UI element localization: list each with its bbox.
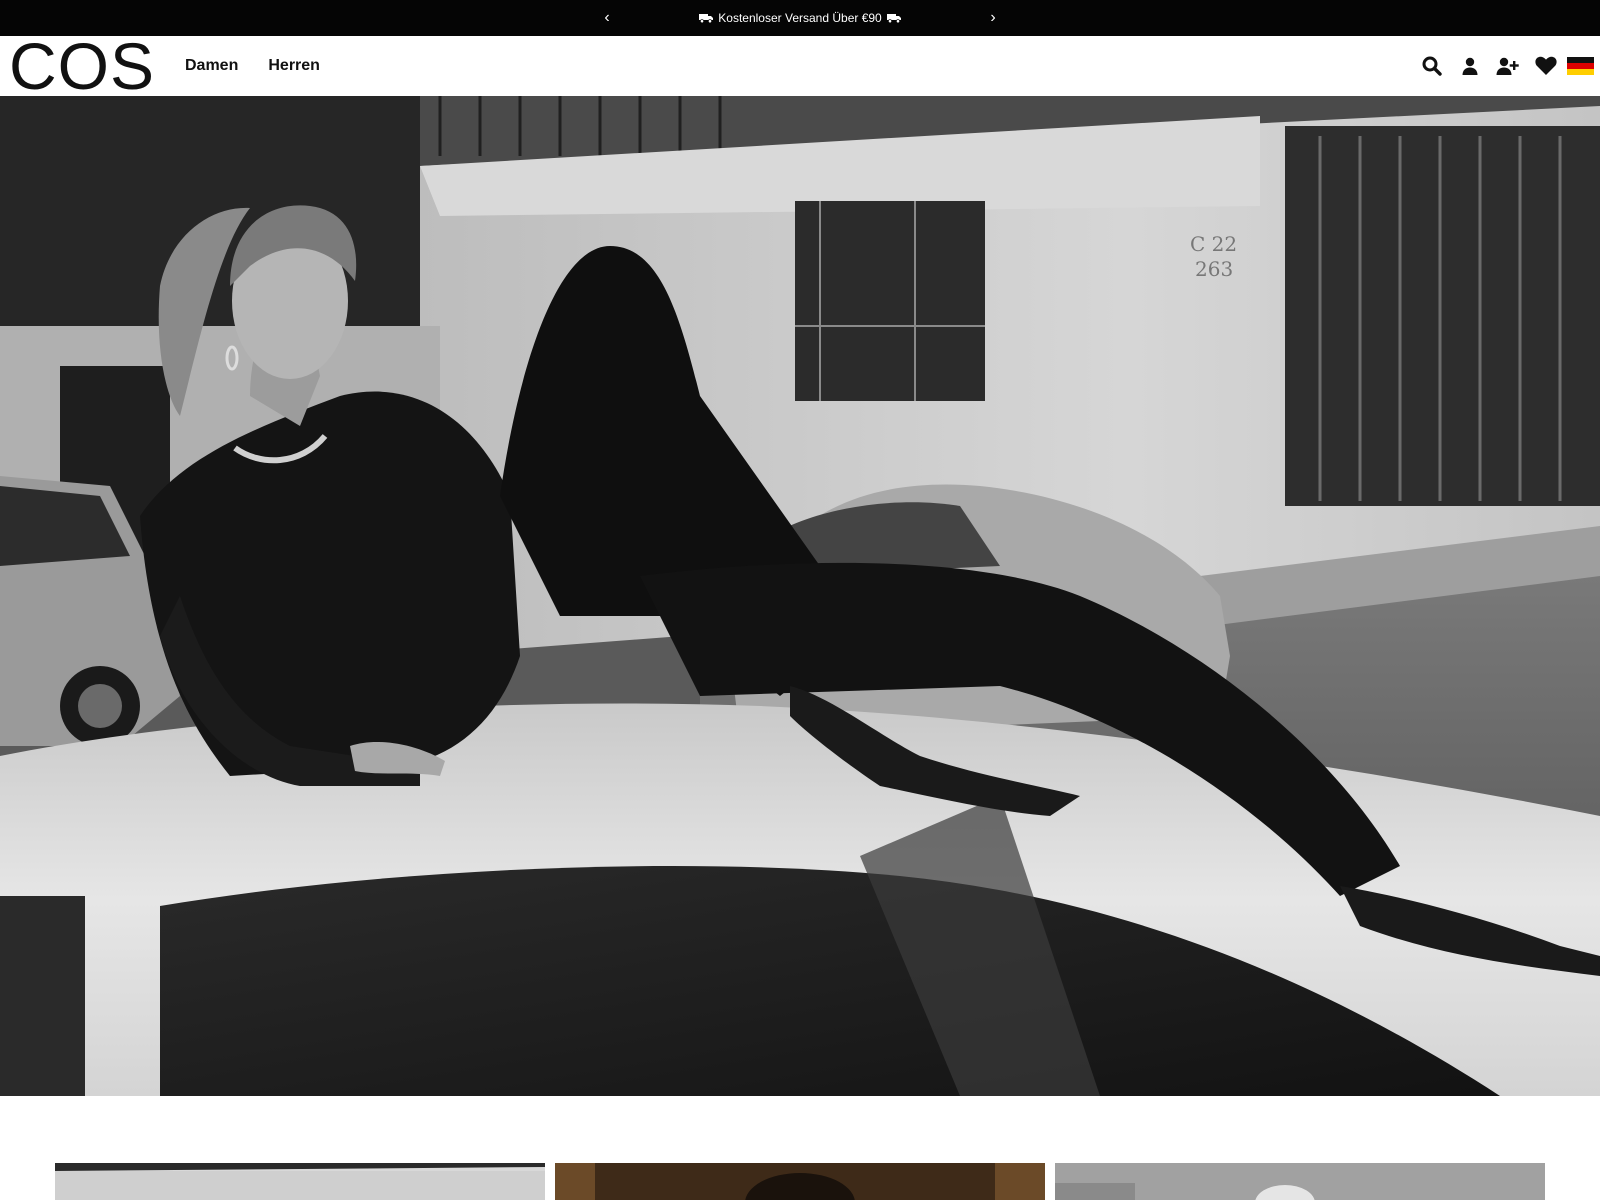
wishlist-icon <box>1535 56 1557 75</box>
svg-text:C 22: C 22 <box>1190 232 1237 256</box>
main-nav: Damen Herren <box>185 36 320 96</box>
wishlist-button[interactable] <box>1527 47 1565 85</box>
category-tile[interactable] <box>55 1163 545 1200</box>
nav-item-herren[interactable]: Herren <box>268 57 320 75</box>
hero-photo: C 22 263 <box>0 96 1600 1096</box>
search-button[interactable] <box>1413 47 1451 85</box>
hero-image[interactable]: C 22 263 <box>0 96 1600 1096</box>
register-button[interactable] <box>1489 47 1527 85</box>
category-tiles <box>55 1163 1545 1200</box>
header-icons <box>1413 36 1600 96</box>
cos-logo[interactable]: COS <box>9 33 154 99</box>
category-tile[interactable] <box>555 1163 1045 1200</box>
tile-image <box>1055 1163 1545 1200</box>
site-header: COS Damen Herren <box>0 33 1600 99</box>
germany-flag-icon[interactable] <box>1567 57 1594 75</box>
truck-icon <box>699 14 714 23</box>
account-icon <box>1462 57 1478 75</box>
search-icon <box>1422 56 1442 76</box>
account-button[interactable] <box>1451 47 1489 85</box>
announcement-prev-button[interactable]: ‹ <box>595 0 619 36</box>
announcement-next-button[interactable]: › <box>981 0 1005 36</box>
register-icon <box>1496 57 1519 75</box>
tile-image <box>555 1163 1045 1200</box>
category-tile[interactable] <box>1055 1163 1545 1200</box>
announcement-text: Kostenloser Versand Über €90 <box>718 11 882 25</box>
truck-icon <box>886 14 901 23</box>
announcement-message[interactable]: Kostenloser Versand Über €90 <box>620 0 980 36</box>
tile-image <box>55 1163 545 1200</box>
nav-item-damen[interactable]: Damen <box>185 57 238 75</box>
svg-text:263: 263 <box>1195 257 1233 281</box>
announcement-bar: ‹ Kostenloser Versand Über €90 › <box>0 0 1600 36</box>
